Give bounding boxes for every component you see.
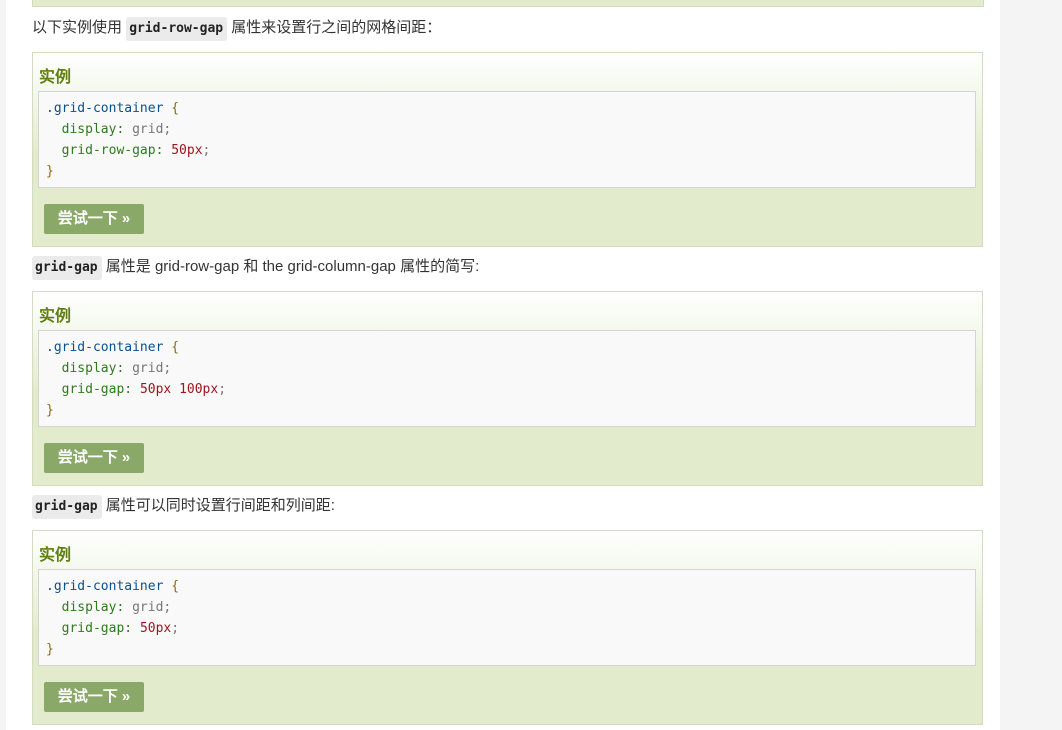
previous-example-bottom [32,0,984,7]
example-box-2: 实例 .grid-container { display: grid; grid… [32,291,983,486]
code-brace: { [171,340,180,355]
try-it-button[interactable]: 尝试一下 » [44,443,144,473]
code-brace: { [171,579,180,594]
code-brace: } [46,403,54,418]
code-value: grid [132,122,164,137]
example-title: 实例 [39,69,72,86]
paragraph-text: 属性是 grid-row-gap 和 the grid-column-gap 属… [105,258,480,275]
inline-code: grid-row-gap [126,17,228,41]
code-property: display [61,600,117,615]
example-box-3: 实例 .grid-container { display: grid; grid… [32,530,983,725]
code-value: 50px [171,143,203,158]
code-value: grid [132,361,164,376]
code-property: display [61,122,117,137]
code-property: grid-row-gap [61,143,156,158]
description-paragraph-3: grid-gap 属性可以同时设置行间距和列间距: [32,495,335,519]
try-it-button[interactable]: 尝试一下 » [44,204,144,234]
inline-code: grid-gap [32,256,102,280]
code-value: grid [132,600,164,615]
code-block: .grid-container { display: grid; grid-ga… [38,569,976,666]
description-paragraph-2: grid-gap 属性是 grid-row-gap 和 the grid-col… [32,256,479,280]
example-title: 实例 [39,308,72,325]
code-block: .grid-container { display: grid; grid-ro… [38,91,976,188]
try-it-button[interactable]: 尝试一下 » [44,682,144,712]
description-paragraph-1: 以下实例使用 grid-row-gap 属性来设置行之间的网格间距： [32,17,441,41]
paragraph-text: 属性可以同时设置行间距和列间距: [105,497,335,514]
right-gutter [1000,0,1062,730]
paragraph-text: 以下实例使用 [32,19,123,36]
code-selector: .grid-container [46,340,164,355]
inline-code: grid-gap [32,495,102,519]
code-property: grid-gap [61,382,125,397]
code-selector: .grid-container [46,101,164,116]
code-block: .grid-container { display: grid; grid-ga… [38,330,976,427]
example-box-1: 实例 .grid-container { display: grid; grid… [32,52,983,247]
code-brace: } [46,642,54,657]
code-selector: .grid-container [46,579,164,594]
content-page: 以下实例使用 grid-row-gap 属性来设置行之间的网格间距： 实例 .g… [6,0,1000,730]
code-brace: } [46,164,54,179]
code-value: 50px [139,621,172,636]
code-property: display [61,361,117,376]
code-property: grid-gap [61,621,125,636]
example-title: 实例 [39,547,72,564]
code-value: 50px 100px [139,382,219,397]
code-brace: { [171,101,180,116]
paragraph-text: 属性来设置行之间的网格间距： [231,19,442,36]
